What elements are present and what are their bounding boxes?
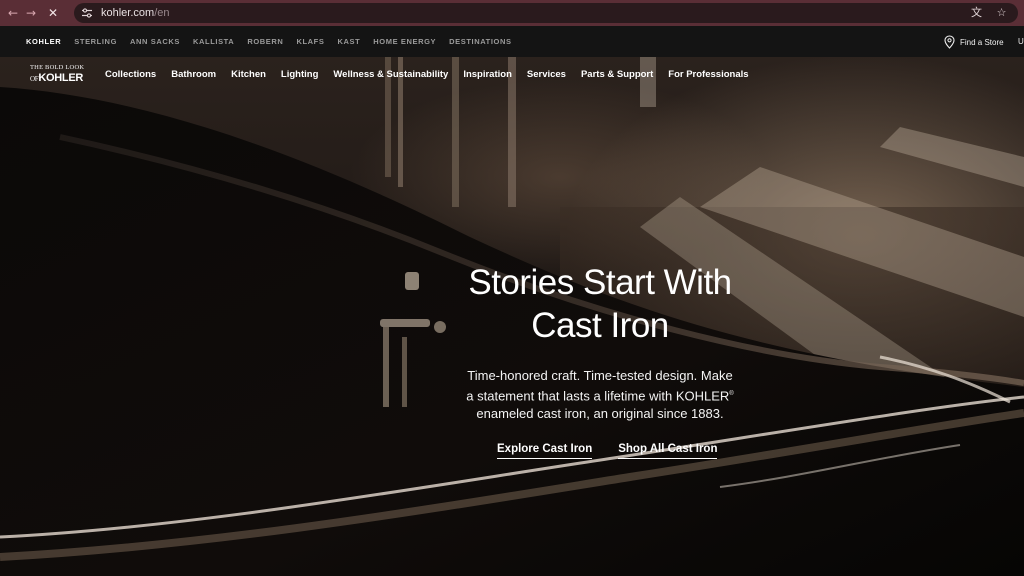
arrow-left-icon: ← — [7, 6, 19, 20]
logo-tagline: THE BOLD LOOK — [30, 64, 85, 71]
shop-all-cast-iron-link[interactable]: Shop All Cast Iron — [618, 443, 718, 459]
url-path: /en — [154, 7, 170, 19]
hero-banner: THE BOLD LOOK OFKOHLER Collections Bathr… — [0, 57, 1024, 576]
find-store-label: Find a Store — [960, 37, 1004, 47]
nav-item-kitchen[interactable]: Kitchen — [231, 69, 266, 80]
nav-item-inspiration[interactable]: Inspiration — [463, 69, 512, 80]
hero-desc-line2: a statement that lasts a lifetime with K… — [466, 388, 730, 404]
nav-item-for-professionals[interactable]: For Professionals — [668, 69, 748, 80]
browser-toolbar: ← → ✕ kohler.com/en 文 ☆ — [0, 0, 1024, 26]
brand-link-klafs[interactable]: KLAFS — [296, 37, 324, 46]
logo-wordmark: OFKOHLER — [30, 72, 83, 84]
hero-desc-line3: enameled cast iron, an original since 18… — [476, 406, 724, 422]
hero-desc-line1: Time-honored craft. Time-tested design. … — [467, 368, 733, 383]
brand-link-kallista[interactable]: KALLISTA — [193, 37, 234, 46]
brand-list: KOHLER STERLING ANN SACKS KALLISTA ROBER… — [26, 37, 525, 46]
nav-item-parts-support[interactable]: Parts & Support — [581, 69, 653, 80]
address-bar[interactable]: kohler.com/en 文 ☆ — [74, 3, 1018, 23]
brand-link-home-energy[interactable]: HOME ENERGY — [373, 37, 436, 46]
brand-link-destinations[interactable]: DESTINATIONS — [449, 37, 511, 46]
utility-link-truncated[interactable]: U — [1018, 37, 1024, 46]
stop-button[interactable]: ✕ — [44, 4, 62, 22]
nav-item-wellness-sustainability[interactable]: Wellness & Sustainability — [333, 69, 448, 80]
brand-link-kast[interactable]: KAST — [337, 37, 360, 46]
close-icon: ✕ — [47, 6, 59, 20]
find-store-link[interactable]: Find a Store — [944, 35, 1004, 49]
site-settings-icon[interactable] — [81, 7, 93, 19]
back-button[interactable]: ← — [4, 4, 22, 22]
brand-link-kohler[interactable]: KOHLER — [26, 37, 61, 46]
translate-icon[interactable]: 文 — [970, 6, 983, 19]
url-text[interactable]: kohler.com/en — [101, 7, 170, 19]
explore-cast-iron-link[interactable]: Explore Cast Iron — [497, 443, 593, 459]
logo-brand: KOHLER — [38, 72, 84, 84]
brand-bar: KOHLER STERLING ANN SACKS KALLISTA ROBER… — [0, 26, 1024, 57]
kohler-logo[interactable]: THE BOLD LOOK OFKOHLER — [30, 63, 94, 85]
hero-title-line2: Cast Iron — [531, 306, 669, 345]
nav-item-bathroom[interactable]: Bathroom — [171, 69, 216, 80]
star-icon[interactable]: ☆ — [995, 6, 1008, 19]
nav-item-lighting[interactable]: Lighting — [281, 69, 318, 80]
location-pin-icon — [944, 35, 955, 49]
brand-link-ann-sacks[interactable]: ANN SACKS — [130, 37, 180, 46]
main-navigation: THE BOLD LOOK OFKOHLER Collections Bathr… — [0, 57, 1024, 91]
nav-item-collections[interactable]: Collections — [105, 69, 156, 80]
hero-title: Stories Start With Cast Iron — [420, 261, 780, 347]
nav-menu: Collections Bathroom Kitchen Lighting We… — [105, 69, 764, 80]
brand-link-robern[interactable]: ROBERN — [247, 37, 283, 46]
url-host: kohler.com — [101, 7, 155, 19]
hero-title-line1: Stories Start With — [468, 263, 732, 302]
brand-link-sterling[interactable]: STERLING — [74, 37, 117, 46]
nav-item-services[interactable]: Services — [527, 69, 566, 80]
hero-cta-row: Explore Cast Iron Shop All Cast Iron — [497, 443, 718, 459]
registered-mark: ® — [729, 391, 734, 397]
hero-description: Time-honored craft. Time-tested design. … — [450, 367, 750, 423]
arrow-right-icon: → — [25, 6, 37, 20]
forward-button[interactable]: → — [22, 4, 40, 22]
